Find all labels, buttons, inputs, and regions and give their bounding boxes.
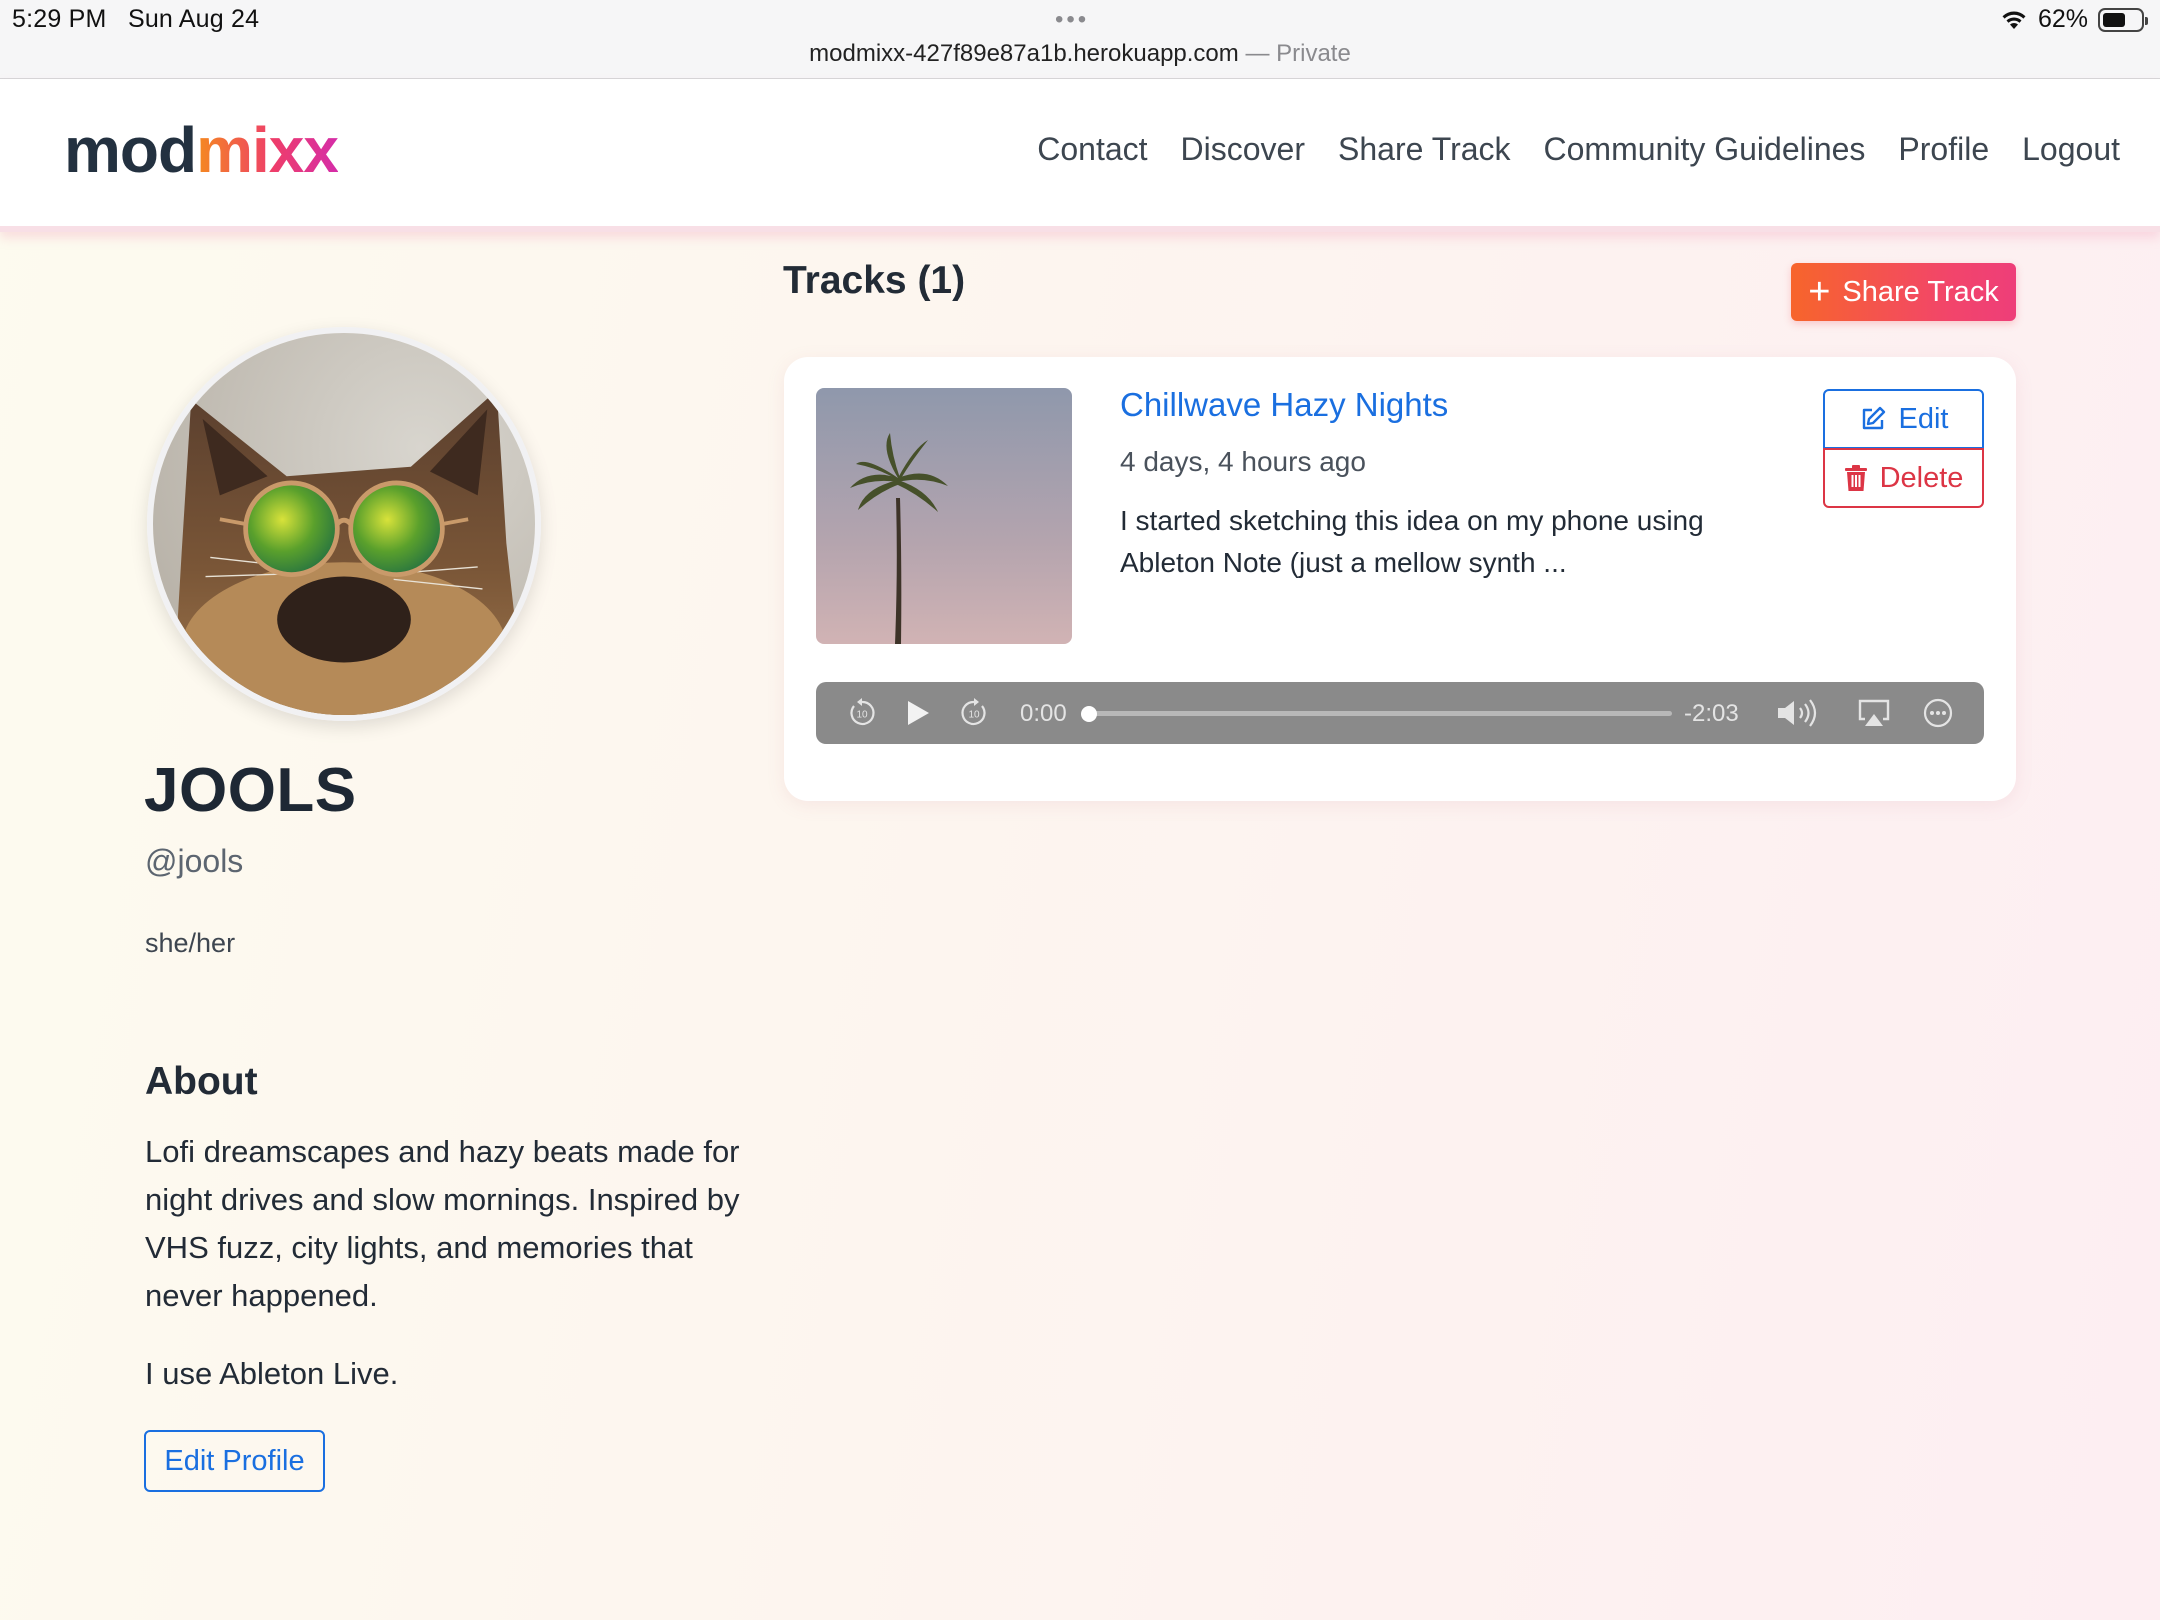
skip-back-seconds: 10	[856, 710, 868, 721]
palm-tree-image	[816, 388, 1072, 644]
remaining-time: -2:03	[1684, 700, 1739, 727]
nav-share-track[interactable]: Share Track	[1338, 131, 1511, 168]
delete-track-button[interactable]: Delete	[1823, 448, 1984, 508]
wifi-icon	[2002, 11, 2026, 29]
plus-icon: +	[1808, 271, 1831, 313]
logo-part-mod: mod	[64, 114, 197, 186]
play-icon[interactable]	[900, 682, 936, 744]
nav-discover[interactable]: Discover	[1181, 131, 1305, 168]
battery-percent: 62%	[2037, 5, 2088, 33]
modmixx-logo[interactable]: modmixx	[64, 113, 339, 187]
tracks-heading: Tracks (1)	[783, 259, 966, 302]
private-label: — Private	[1245, 40, 1351, 67]
track-description: I started sketching this idea on my phon…	[1120, 505, 1704, 578]
cat-with-sunglasses-image	[153, 333, 535, 715]
site-header: modmixx Contact Discover Share Track Com…	[0, 79, 2160, 232]
skip-forward-icon[interactable]: 10	[956, 682, 992, 744]
more-icon[interactable]	[1918, 682, 1958, 744]
edit-track-label: Edit	[1898, 402, 1949, 435]
track-title-link[interactable]: Chillwave Hazy Nights	[1120, 386, 1448, 424]
edit-icon	[1862, 406, 1885, 430]
logo-part-mixx: mixx	[196, 114, 339, 186]
track-cover-image[interactable]	[816, 388, 1072, 644]
pronouns: she/her	[145, 928, 236, 958]
trash-icon	[1844, 465, 1867, 491]
elapsed-time: 0:00	[1020, 700, 1067, 727]
seek-bar[interactable]	[1088, 711, 1672, 716]
status-date: Sun Aug 24	[127, 5, 260, 33]
nav-contact[interactable]: Contact	[1037, 131, 1147, 168]
address-url: modmixx-427f89e87a1b.herokuapp.com	[809, 40, 1239, 67]
display-name: JOOLS	[144, 756, 357, 825]
avatar	[147, 327, 541, 721]
battery-icon	[2098, 7, 2148, 32]
edit-track-button[interactable]: Edit	[1823, 389, 1984, 449]
status-time: 5:29 PM	[12, 5, 107, 33]
volume-icon[interactable]	[1774, 682, 1824, 744]
user-handle: @jools	[145, 843, 244, 879]
nav-community-guidelines[interactable]: Community Guidelines	[1544, 131, 1866, 168]
share-track-button[interactable]: + Share Track	[1791, 263, 2016, 321]
status-indicators: 62%	[2000, 5, 2148, 34]
nav-logout[interactable]: Logout	[2022, 131, 2120, 168]
track-posted-time: 4 days, 4 hours ago	[1120, 446, 1366, 477]
address-bar[interactable]: modmixx-427f89e87a1b.herokuapp.com — Pri…	[0, 40, 2160, 68]
about-bio: Lofi dreamscapes and hazy beats made for…	[145, 1134, 740, 1313]
status-time-date: 5:29 PM Sun Aug 24	[12, 5, 259, 34]
skip-forward-seconds: 10	[968, 710, 980, 721]
airplay-icon[interactable]	[1854, 682, 1894, 744]
share-track-label: Share Track	[1842, 275, 1999, 308]
delete-track-label: Delete	[1879, 461, 1964, 494]
about-heading: About	[145, 1060, 258, 1103]
nav-profile[interactable]: Profile	[1898, 131, 1989, 168]
skip-back-icon[interactable]: 10	[844, 682, 880, 744]
multitasking-dots-icon[interactable]: •••	[1055, 6, 1089, 34]
audio-player: 10 10 0:00 -2:03	[816, 682, 1984, 744]
seek-knob[interactable]	[1081, 706, 1097, 722]
main-nav: Contact Discover Share Track Community G…	[1037, 131, 2120, 168]
about-gear: I use Ableton Live.	[145, 1356, 399, 1391]
edit-profile-button[interactable]: Edit Profile	[144, 1430, 325, 1492]
track-card: Chillwave Hazy Nights 4 days, 4 hours ag…	[784, 357, 2016, 801]
status-bar: 5:29 PM Sun Aug 24 ••• modmixx-427f89e87…	[0, 0, 2160, 79]
